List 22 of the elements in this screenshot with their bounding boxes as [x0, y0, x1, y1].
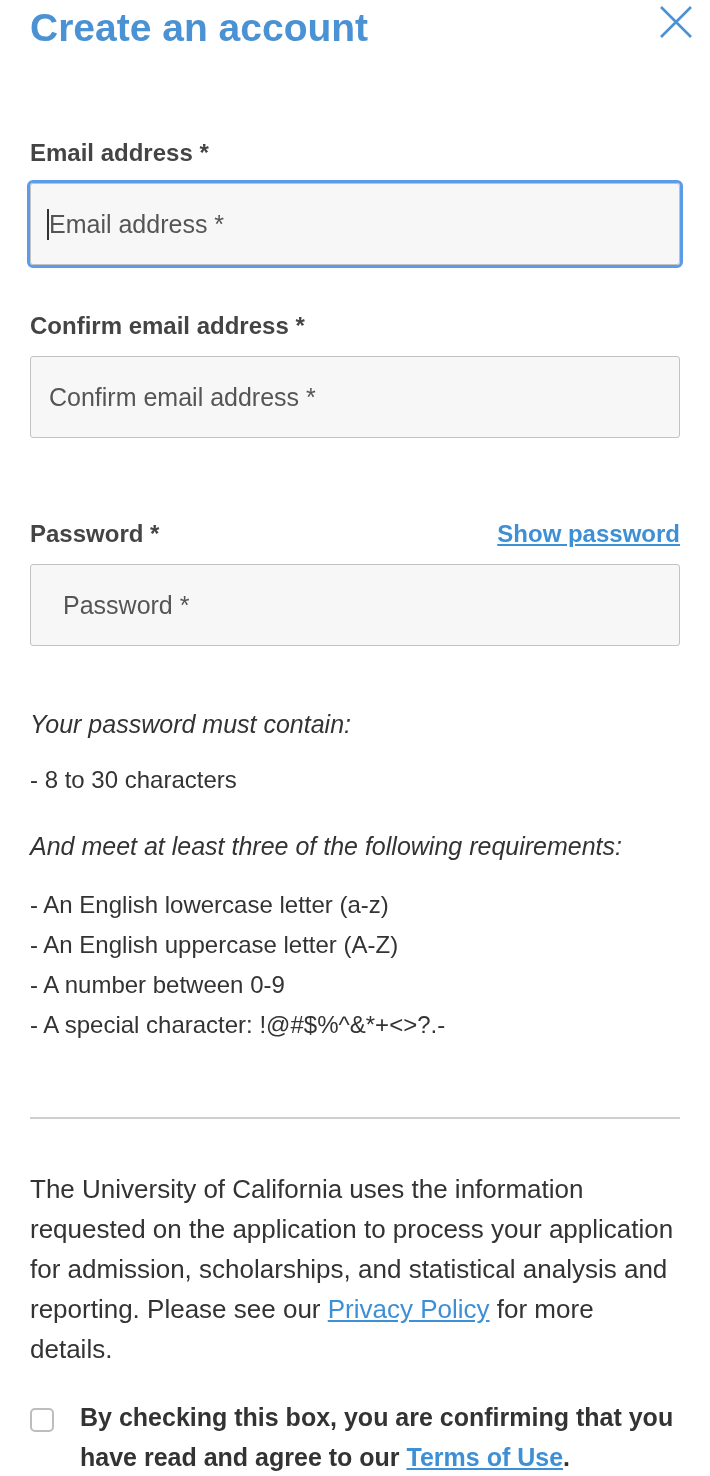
- privacy-policy-link[interactable]: Privacy Policy: [327, 1294, 490, 1324]
- input-field[interactable]: Confirm email address *: [30, 356, 680, 438]
- field-label: Email address *: [30, 138, 209, 168]
- checkbox[interactable]: [30, 1408, 54, 1432]
- rules-subheading: And meet at least three of the following requirements:: [30, 831, 623, 862]
- rule-item: - A special character: !@#$%^&*+<>?.-: [30, 1010, 447, 1040]
- close-icon[interactable]: [660, 6, 692, 38]
- terms-of-use-link[interactable]: Terms of Use: [406, 1443, 564, 1471]
- show-password-link[interactable]: Show password: [497, 518, 680, 550]
- field-label: Password *: [30, 519, 160, 549]
- rule-item: - 8 to 30 characters: [30, 765, 238, 795]
- dialog-title: Create an account: [30, 5, 369, 51]
- privacy-notice: The University of California uses the information requested on the application to process your application for admission, scholarships, and statistical analysis and reporting. Please see our Privacy Policy for more details.: [30, 1173, 675, 1366]
- rules-heading: Your password must contain:: [30, 709, 352, 740]
- rule-item: - An English uppercase letter (A-Z): [30, 930, 400, 960]
- input-field[interactable]: Email address *: [30, 183, 680, 265]
- terms-text: By checking this box, you are confirming that you have read and agree to our Terms of Use.: [80, 1402, 675, 1473]
- rule-item: - An English lowercase letter (a-z): [30, 890, 390, 920]
- rule-item: - A number between 0-9: [30, 970, 286, 1000]
- text-cursor: [47, 209, 49, 240]
- field-label: Confirm email address *: [30, 311, 305, 341]
- input-field[interactable]: Password *: [30, 564, 680, 646]
